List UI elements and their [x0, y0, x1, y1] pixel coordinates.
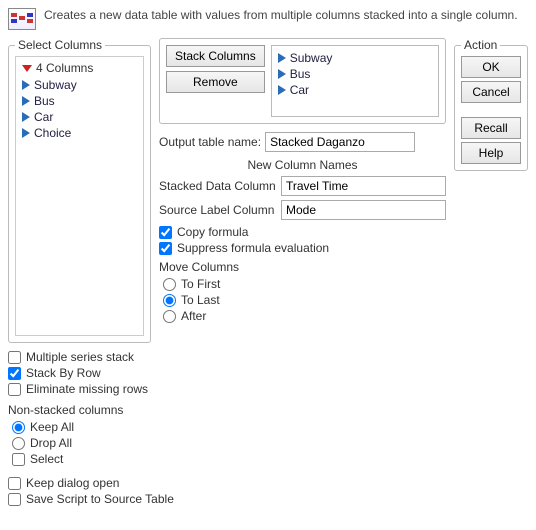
stack-dialog-icon [8, 8, 36, 30]
remove-button[interactable]: Remove [166, 71, 265, 93]
header-description: Creates a new data table with values fro… [44, 8, 518, 24]
column-name: Bus [290, 67, 311, 81]
keep-dialog-open-label: Keep dialog open [26, 476, 119, 490]
disclosure-down-icon [22, 65, 32, 72]
new-column-names-heading: New Column Names [159, 158, 446, 172]
cancel-button[interactable]: Cancel [461, 81, 521, 103]
select-label: Select [30, 452, 63, 466]
stacked-data-column-label: Stacked Data Column [159, 179, 277, 193]
save-script-label: Save Script to Source Table [26, 492, 174, 506]
source-label-column-label: Source Label Column [159, 203, 277, 217]
action-group: Action OK Cancel Recall Help [454, 38, 528, 171]
action-legend: Action [461, 38, 500, 52]
column-name: Subway [290, 51, 333, 65]
drop-all-radio[interactable] [12, 437, 25, 450]
list-item[interactable]: Subway [22, 77, 137, 93]
continuous-icon [22, 128, 30, 138]
select-checkbox[interactable] [12, 453, 25, 466]
drop-all-label: Drop All [30, 436, 72, 450]
stack-role-group: Stack Columns Remove Subway Bus Car [159, 38, 446, 124]
continuous-icon [22, 112, 30, 122]
keep-dialog-open-checkbox[interactable] [8, 477, 21, 490]
to-last-label: To Last [181, 293, 220, 307]
select-columns-group: Select Columns 4 Columns Subway Bus Car … [8, 38, 151, 343]
column-count-row[interactable]: 4 Columns [22, 61, 137, 75]
keep-all-label: Keep All [30, 420, 74, 434]
non-stacked-heading: Non-stacked columns [8, 403, 528, 417]
select-columns-list[interactable]: 4 Columns Subway Bus Car Choice [15, 56, 144, 336]
help-button[interactable]: Help [461, 142, 521, 164]
eliminate-missing-label: Eliminate missing rows [26, 382, 148, 396]
output-table-label: Output table name: [159, 135, 261, 149]
multiple-series-label: Multiple series stack [26, 350, 134, 364]
column-name: Choice [34, 126, 71, 140]
after-radio[interactable] [163, 310, 176, 323]
move-columns-heading: Move Columns [159, 260, 446, 274]
list-item[interactable]: Choice [22, 125, 137, 141]
stacked-columns-list[interactable]: Subway Bus Car [271, 45, 439, 117]
column-name: Car [290, 83, 309, 97]
continuous-icon [278, 69, 286, 79]
stack-columns-button[interactable]: Stack Columns [166, 45, 265, 67]
output-table-input[interactable] [265, 132, 415, 152]
after-label: After [181, 309, 206, 323]
stack-by-row-label: Stack By Row [26, 366, 101, 380]
continuous-icon [22, 80, 30, 90]
column-name: Subway [34, 78, 77, 92]
stacked-data-column-input[interactable] [281, 176, 446, 196]
eliminate-missing-checkbox[interactable] [8, 383, 21, 396]
ok-button[interactable]: OK [461, 56, 521, 78]
column-name: Bus [34, 94, 55, 108]
to-first-label: To First [181, 277, 220, 291]
select-columns-legend: Select Columns [15, 38, 105, 52]
copy-formula-checkbox[interactable] [159, 226, 172, 239]
list-item[interactable]: Car [278, 82, 432, 98]
list-item[interactable]: Car [22, 109, 137, 125]
to-last-radio[interactable] [163, 294, 176, 307]
continuous-icon [22, 96, 30, 106]
continuous-icon [278, 53, 286, 63]
save-script-checkbox[interactable] [8, 493, 21, 506]
source-label-column-input[interactable] [281, 200, 446, 220]
list-item[interactable]: Bus [278, 66, 432, 82]
list-item[interactable]: Bus [22, 93, 137, 109]
suppress-evaluation-checkbox[interactable] [159, 242, 172, 255]
suppress-evaluation-label: Suppress formula evaluation [177, 241, 329, 255]
copy-formula-label: Copy formula [177, 225, 248, 239]
to-first-radio[interactable] [163, 278, 176, 291]
recall-button[interactable]: Recall [461, 117, 521, 139]
stack-by-row-checkbox[interactable] [8, 367, 21, 380]
multiple-series-checkbox[interactable] [8, 351, 21, 364]
keep-all-radio[interactable] [12, 421, 25, 434]
list-item[interactable]: Subway [278, 50, 432, 66]
column-name: Car [34, 110, 53, 124]
column-count-label: 4 Columns [36, 61, 93, 75]
continuous-icon [278, 85, 286, 95]
